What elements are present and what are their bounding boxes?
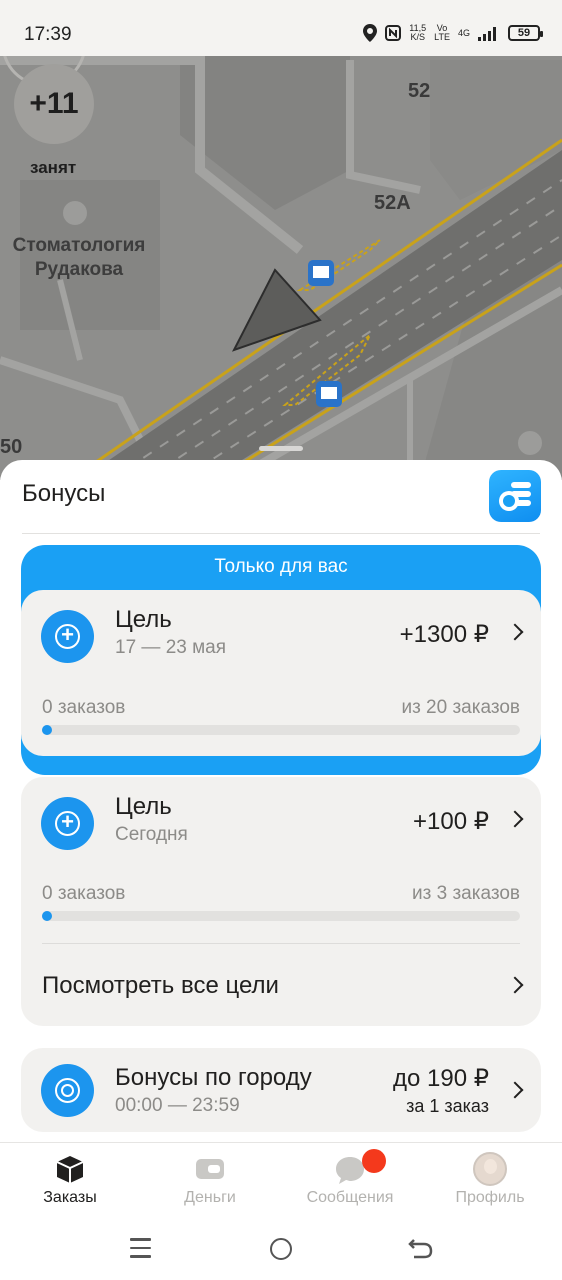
volte-indicator: Vo LTE xyxy=(434,23,450,42)
chevron-right-icon[interactable] xyxy=(506,810,524,828)
goal-period: Сегодня xyxy=(115,824,188,845)
city-bonus-hours: 00:00 — 23:59 xyxy=(115,1095,240,1116)
chat-icon xyxy=(336,1157,364,1184)
goal-progress-done: 0 заказов xyxy=(42,883,126,904)
see-all-goals-link[interactable]: Посмотреть все цели xyxy=(42,972,279,1000)
tab-label: Заказы xyxy=(43,1189,97,1206)
goal-progress-fill xyxy=(42,725,52,735)
goal-reward: +1300 ₽ xyxy=(399,621,489,648)
goal-plus-icon xyxy=(41,797,94,850)
network-gen: 4G xyxy=(457,27,470,38)
sheet-title: Бонусы xyxy=(22,480,106,507)
exclusive-label: Только для вас xyxy=(214,556,348,577)
location-icon xyxy=(363,24,378,42)
home-button[interactable] xyxy=(270,1238,292,1260)
goal-progress-done: 0 заказов xyxy=(42,697,126,718)
city-bonus-card[interactable]: Бонусы по городу 00:00 — 23:59 до 190 ₽ … xyxy=(21,1048,541,1132)
map-view[interactable]: 39 52 52А 50 Стоматология Рудакова +11 з… xyxy=(0,0,562,480)
goal-period: 17 — 23 мая xyxy=(115,637,227,658)
divider xyxy=(22,533,540,534)
net-speed: 11,5 K/S xyxy=(409,23,427,42)
goal-progress-fill xyxy=(42,911,52,921)
tab-money[interactable]: Деньги xyxy=(140,1143,280,1219)
tab-label: Сообщения xyxy=(306,1189,394,1206)
goal-plus-icon xyxy=(41,610,94,663)
tab-profile[interactable]: Профиль xyxy=(420,1143,560,1219)
bonus-app-icon[interactable] xyxy=(489,470,541,522)
city-bonus-amount: до 190 ₽ xyxy=(393,1065,489,1092)
target-icon xyxy=(41,1064,94,1117)
box-icon xyxy=(56,1156,84,1183)
wallet-icon xyxy=(196,1159,224,1179)
chevron-right-icon xyxy=(506,623,524,641)
battery-icon: 59 xyxy=(508,25,543,41)
goal-progress-bar xyxy=(42,911,520,921)
system-nav-bar xyxy=(0,1218,562,1280)
status-time: 17:39 xyxy=(24,24,72,45)
goal-progress-bar xyxy=(42,725,520,735)
tab-orders[interactable]: Заказы xyxy=(0,1143,140,1219)
chevron-right-icon[interactable] xyxy=(506,976,524,994)
map-house-number: 52 xyxy=(408,80,431,102)
tab-label: Деньги xyxy=(184,1189,236,1206)
divider xyxy=(42,943,520,944)
coins-icon xyxy=(499,482,531,511)
goal-card-today: Цель Сегодня +100 ₽ 0 заказов из 3 заказ… xyxy=(21,777,541,1026)
notification-badge xyxy=(362,1149,386,1173)
recent-apps-button[interactable] xyxy=(130,1238,151,1258)
map-house-number: 52А xyxy=(374,192,411,214)
goal-reward[interactable]: +100 ₽ xyxy=(413,807,489,836)
busy-counter[interactable]: +11 xyxy=(14,64,94,144)
nfc-icon xyxy=(385,25,402,41)
bottom-tab-bar: Заказы Деньги Сообщения Профиль xyxy=(0,1142,562,1218)
map-house-number: 50 xyxy=(0,436,23,458)
tab-messages[interactable]: Сообщения xyxy=(280,1143,420,1219)
avatar xyxy=(473,1152,507,1186)
sheet-drag-handle[interactable] xyxy=(259,446,303,451)
tab-label: Профиль xyxy=(455,1189,525,1206)
goal-progress-total: из 3 заказов xyxy=(412,883,520,904)
goal-title: Цель xyxy=(115,606,172,633)
busy-status: занят xyxy=(30,158,77,177)
bonuses-sheet: Бонусы Только для вас Цель 17 — 23 мая +… xyxy=(0,460,562,1142)
back-button[interactable] xyxy=(408,1236,434,1260)
goal-progress-total: из 20 заказов xyxy=(401,697,520,718)
goal-title: Цель xyxy=(115,793,172,820)
signal-icon xyxy=(478,27,496,41)
city-bonus-note: за 1 заказ xyxy=(406,1096,489,1116)
goal-card-week[interactable]: Цель 17 — 23 мая +1300 ₽ 0 заказов из 20… xyxy=(21,590,541,756)
status-bar: 17:39 11,5 K/S Vo LTE 4G 59 xyxy=(0,0,562,56)
chevron-right-icon xyxy=(506,1081,524,1099)
map-poi-label: Стоматология Рудакова xyxy=(12,235,146,280)
city-bonus-title: Бонусы по городу xyxy=(115,1064,312,1091)
